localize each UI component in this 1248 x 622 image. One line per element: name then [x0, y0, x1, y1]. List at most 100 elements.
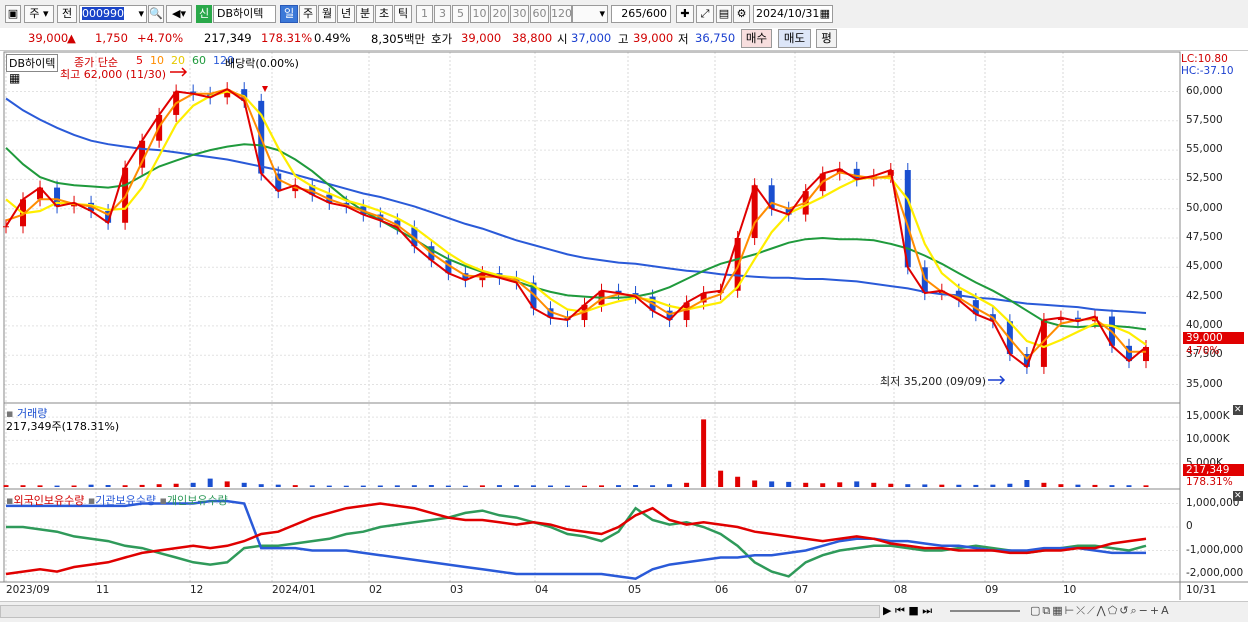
- speaker-icon[interactable]: ◀▾: [166, 5, 192, 23]
- current-price-tag: 39,000: [1183, 332, 1244, 344]
- interval-button-30[interactable]: 30: [510, 5, 529, 23]
- volume-tick: 10,000K: [1186, 433, 1230, 446]
- volume-bar: [990, 484, 996, 487]
- volume-bar: [1126, 485, 1132, 487]
- undo-icon[interactable]: ↺: [1119, 604, 1130, 617]
- search-icon[interactable]: 🔍: [148, 5, 164, 23]
- zoom-icon[interactable]: ⤢: [696, 5, 714, 23]
- volume-bar: [599, 485, 605, 487]
- interval-button-5[interactable]: 5: [452, 5, 469, 23]
- chart-settings-icon[interactable]: ▦: [9, 71, 20, 85]
- volume-bar: [547, 485, 553, 487]
- volume-bar: [445, 485, 451, 487]
- volume-bar: [275, 484, 281, 487]
- price-tick: 60,000: [1186, 84, 1223, 97]
- text-tool-icon[interactable]: A: [1161, 604, 1171, 617]
- minus-icon[interactable]: −: [1139, 604, 1150, 617]
- stock-name-field[interactable]: DB하이텍: [213, 5, 276, 23]
- ma20-legend: 20: [171, 54, 185, 67]
- volume-tick: 15,000K: [1186, 410, 1230, 423]
- market-select[interactable]: 주 ▾: [24, 5, 54, 23]
- volume-bar: [292, 485, 298, 487]
- count-value: 265: [621, 7, 643, 20]
- date-tick: 07: [795, 584, 809, 596]
- fast-forward-icon[interactable]: ⏭: [922, 604, 932, 617]
- interval-button-10[interactable]: 10: [470, 5, 489, 23]
- search-icon[interactable]: ⌕: [1130, 604, 1138, 617]
- interval-button-60[interactable]: 60: [530, 5, 549, 23]
- count-field[interactable]: 265/600: [611, 5, 671, 23]
- volume-bar: [1041, 482, 1047, 487]
- save-icon[interactable]: ▤: [716, 5, 732, 23]
- tab-period-6[interactable]: 초: [375, 5, 393, 23]
- average-button[interactable]: 평: [816, 29, 837, 48]
- volume-bar: [88, 484, 94, 487]
- volume-bar: [190, 482, 196, 487]
- volume-bar: [667, 484, 673, 487]
- volume-bar: [20, 485, 26, 487]
- tab-period-2[interactable]: 주: [299, 5, 317, 23]
- ruler-icon[interactable]: ⊢: [1065, 604, 1077, 617]
- volume-bar: [173, 483, 179, 487]
- stock-chart[interactable]: [0, 51, 1248, 621]
- shape-icon[interactable]: ⬠: [1108, 604, 1120, 617]
- high-price: 39,000: [633, 31, 674, 45]
- ma60-legend: 60: [192, 54, 206, 67]
- interval-button-120[interactable]: 120: [550, 5, 572, 23]
- grid-icon[interactable]: ▦: [1052, 604, 1064, 617]
- low-price: 36,750: [695, 31, 736, 45]
- volume-bar: [1143, 485, 1149, 487]
- tab-period-5[interactable]: 분: [356, 5, 374, 23]
- plus-icon[interactable]: +: [1150, 604, 1161, 617]
- window-menu-icon[interactable]: ▣: [5, 5, 21, 23]
- tab-period-7[interactable]: 틱: [394, 5, 412, 23]
- price-change-pct: +4.70%: [137, 31, 184, 45]
- sell-button[interactable]: 매도: [778, 29, 811, 48]
- volume-bar: [786, 481, 792, 487]
- stock-code-input[interactable]: 000990 ▾: [79, 5, 147, 23]
- stop-icon[interactable]: ■: [908, 604, 918, 617]
- volume-bar: [479, 485, 485, 487]
- holding-tick: -2,000,000: [1186, 567, 1244, 579]
- trade-amount: 8,305백만: [371, 32, 426, 46]
- zoom-slider[interactable]: [950, 610, 1020, 612]
- type-button[interactable]: 전: [57, 5, 77, 23]
- price-tick: 45,000: [1186, 260, 1223, 273]
- tab-period-3[interactable]: 월: [318, 5, 336, 23]
- foreign-legend: 외국인보유수량: [13, 494, 85, 507]
- gear-icon[interactable]: ⚙: [733, 5, 750, 23]
- close-icon[interactable]: ✕: [1233, 405, 1243, 415]
- interval-dropdown[interactable]: ▾: [572, 5, 608, 23]
- volume-pct-tag: 178.31%: [1186, 476, 1233, 488]
- price-tick: 42,500: [1186, 289, 1223, 302]
- price-change: 1,750: [95, 31, 128, 45]
- volume-bar: [241, 482, 247, 487]
- tab-period-1[interactable]: 일: [280, 5, 298, 23]
- close-icon[interactable]: ✕: [1233, 491, 1243, 501]
- crosshair-icon[interactable]: ✚: [676, 5, 694, 23]
- horizontal-scrollbar[interactable]: [0, 605, 880, 618]
- volume-bar: [871, 482, 877, 487]
- holding-tick: 0: [1186, 520, 1193, 532]
- toolbar: ▣ 주 ▾ 전 000990 ▾ 🔍 ◀▾ 신 DB하이텍 일주월년분초틱 135…: [0, 0, 1248, 29]
- price-tick: 47,500: [1186, 231, 1223, 243]
- buy-button[interactable]: 매수: [741, 29, 772, 48]
- interval-button-3[interactable]: 3: [434, 5, 451, 23]
- date-tick: 10: [1063, 584, 1077, 596]
- price-tick: 40,000: [1186, 318, 1223, 331]
- line-tool-icon[interactable]: ⟋: [1087, 604, 1097, 617]
- chevron-down-icon: ▾: [599, 7, 605, 20]
- rewind-icon[interactable]: ⏮: [895, 604, 905, 617]
- volume-bar: [428, 485, 434, 487]
- interval-button-1[interactable]: 1: [416, 5, 433, 23]
- layout-icon[interactable]: ▢: [1030, 604, 1042, 617]
- zigzag-icon[interactable]: ⋀: [1097, 604, 1108, 617]
- play-icon[interactable]: ▶: [883, 604, 891, 617]
- interval-button-20[interactable]: 20: [490, 5, 509, 23]
- copy-icon[interactable]: ⧉: [1042, 604, 1052, 617]
- tab-period-4[interactable]: 년: [337, 5, 355, 23]
- fork-icon[interactable]: ⤫: [1076, 604, 1087, 617]
- holding-tick: 1,000,000: [1186, 496, 1240, 509]
- volume-bar: [309, 485, 315, 487]
- date-field[interactable]: 2024/10/31 ▦: [753, 5, 833, 23]
